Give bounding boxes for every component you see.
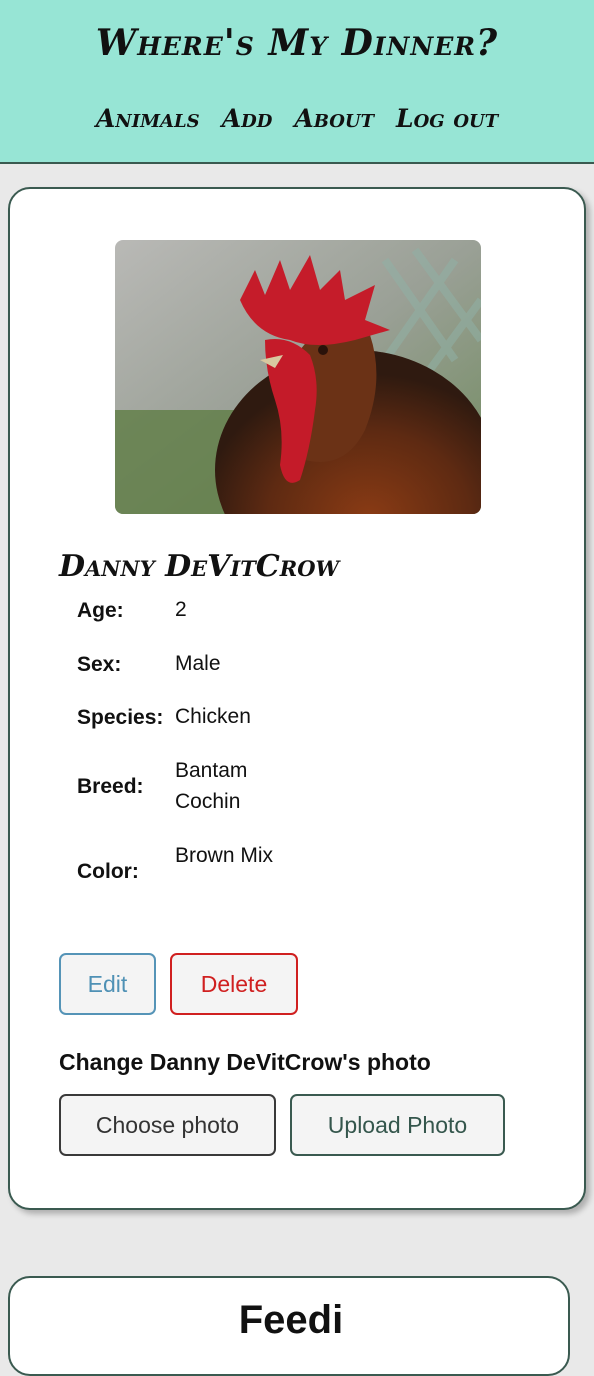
nav-animals[interactable]: Animals — [96, 104, 200, 133]
detail-label: Color: — [77, 860, 139, 883]
detail-label: Species: — [77, 706, 164, 729]
change-photo-label: Change Danny DeVitCrow's photo — [59, 1049, 431, 1075]
site-header: Where's My Dinner? Animals Add About Log… — [0, 0, 594, 164]
feeding-title: Feedi — [238, 1298, 344, 1342]
detail-label: Breed: — [77, 775, 144, 798]
edit-button[interactable]: Edit — [59, 953, 156, 1015]
detail-value: Bantam Cochin — [175, 759, 248, 813]
upload-photo-button[interactable]: Upload Photo — [290, 1094, 505, 1156]
detail-label: Sex: — [77, 653, 122, 676]
nav-about[interactable]: About — [294, 104, 374, 133]
detail-label: Age: — [77, 599, 124, 622]
detail-value: 2 — [175, 598, 187, 621]
detail-value: Brown Mix — [175, 844, 274, 867]
nav-add[interactable]: Add — [222, 104, 273, 133]
animal-name: Danny DeVitCrow — [59, 549, 340, 584]
detail-value: Chicken — [175, 705, 251, 728]
choose-photo-button[interactable]: Choose photo — [59, 1094, 276, 1156]
rooster-photo-icon — [115, 240, 481, 514]
main-nav: Animals Add About Log out — [0, 104, 594, 133]
feeding-card: Feedi — [8, 1276, 570, 1376]
site-title[interactable]: Where's My Dinner? — [0, 22, 594, 64]
detail-value: Male — [175, 652, 221, 675]
animal-photo — [115, 240, 481, 514]
nav-logout[interactable]: Log out — [396, 104, 498, 133]
delete-button[interactable]: Delete — [170, 953, 298, 1015]
animal-card: Danny DeVitCrow Age: 2 Sex: Male Species… — [8, 187, 586, 1210]
